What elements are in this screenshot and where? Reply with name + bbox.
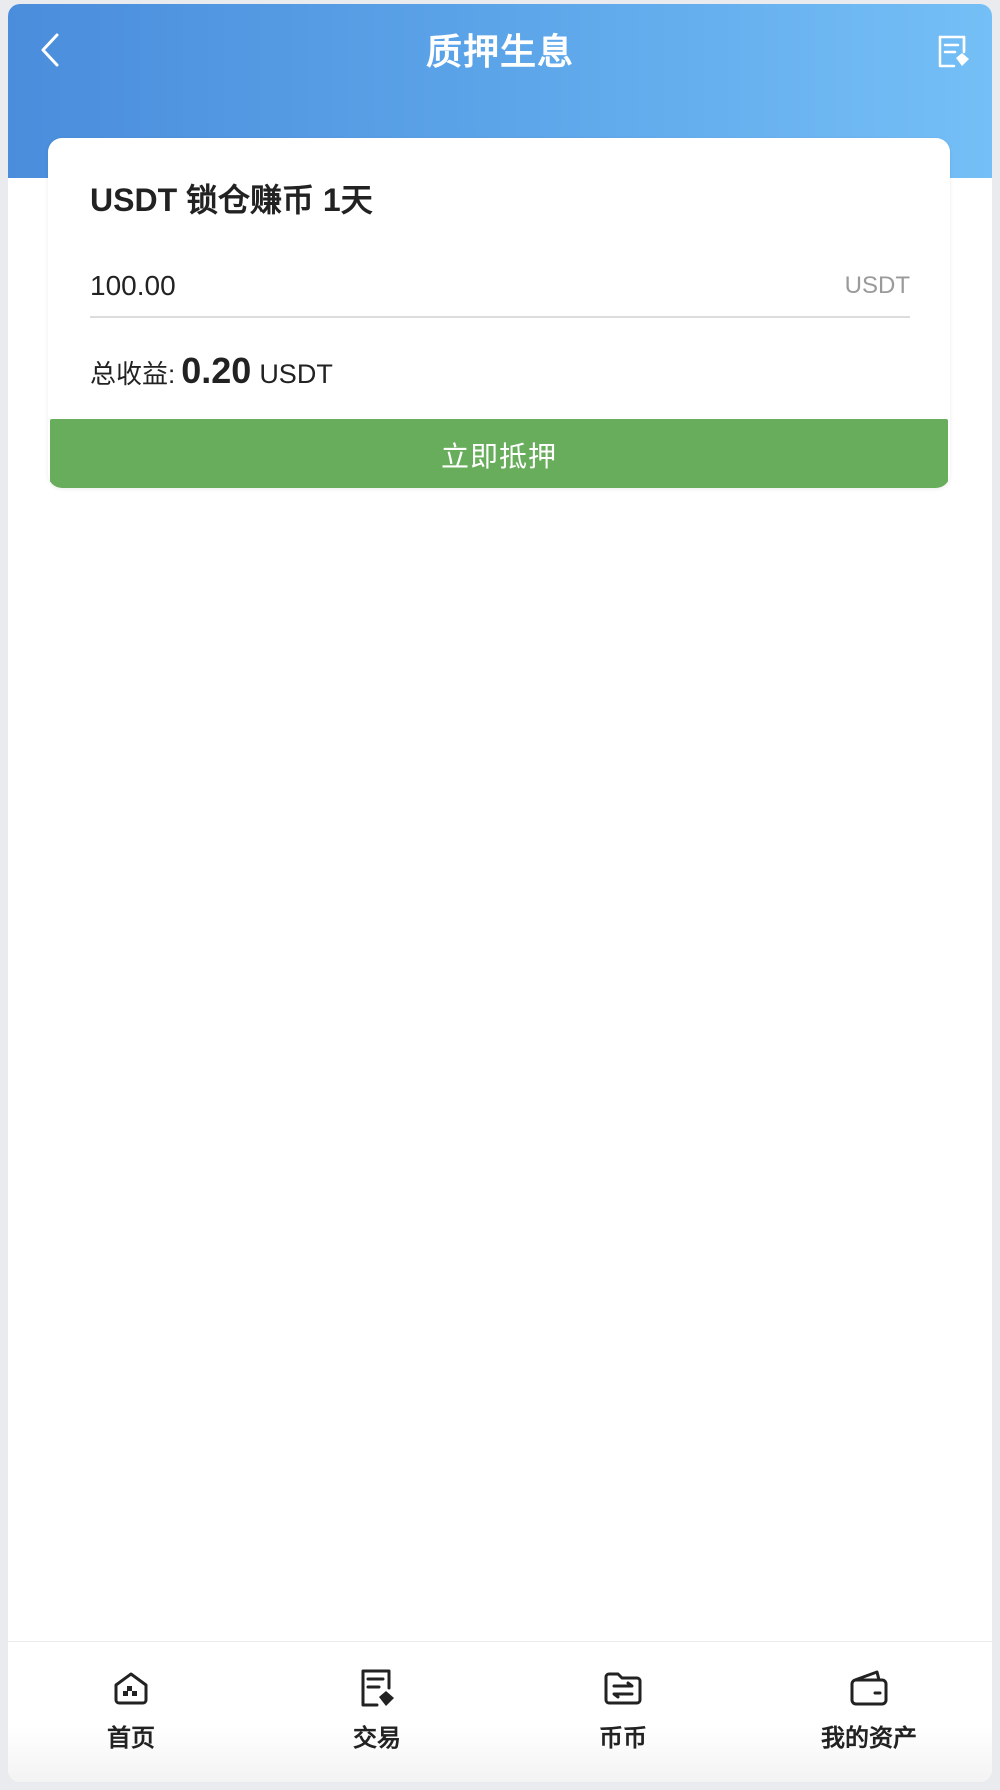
tab-label: 币币 xyxy=(599,1725,647,1752)
amount-row: USDT xyxy=(90,266,910,318)
records-button[interactable] xyxy=(930,28,978,76)
stake-card: USDT 锁仓赚币 1天 USDT 总收益: 0.20 USDT 立即抵押 xyxy=(48,138,950,488)
wallet-icon xyxy=(850,1670,888,1706)
income-row: 总收益: 0.20 USDT xyxy=(90,350,333,398)
product-title: USDT 锁仓赚币 1天 xyxy=(90,182,373,218)
tab-label: 首页 xyxy=(107,1725,155,1752)
tab-label: 交易 xyxy=(353,1725,401,1752)
income-label: 总收益: xyxy=(90,359,176,389)
amount-input[interactable] xyxy=(90,266,730,306)
tab-label: 我的资产 xyxy=(821,1725,917,1752)
stake-now-button[interactable]: 立即抵押 xyxy=(50,419,948,488)
income-value: 0.20 xyxy=(181,350,252,391)
home-icon xyxy=(114,1672,148,1705)
folder-exchange-icon xyxy=(604,1672,642,1705)
app-frame: 质押生息 USDT 锁仓赚币 1天 USDT 总收益: 0.20 USDT 立即… xyxy=(8,4,992,1782)
tab-home[interactable]: 首页 xyxy=(8,1642,254,1782)
tab-my-assets[interactable]: 我的资产 xyxy=(746,1642,992,1782)
tab-trade[interactable]: 交易 xyxy=(254,1642,500,1782)
document-icon xyxy=(938,35,969,68)
tab-spot[interactable]: 币币 xyxy=(500,1642,746,1782)
amount-unit: USDT xyxy=(844,272,910,299)
document-icon xyxy=(361,1669,394,1707)
income-unit: USDT xyxy=(259,359,333,389)
bottom-tabbar: 首页 交易 币币 我的资产 xyxy=(8,1641,992,1782)
page-title: 质押生息 xyxy=(425,31,574,72)
